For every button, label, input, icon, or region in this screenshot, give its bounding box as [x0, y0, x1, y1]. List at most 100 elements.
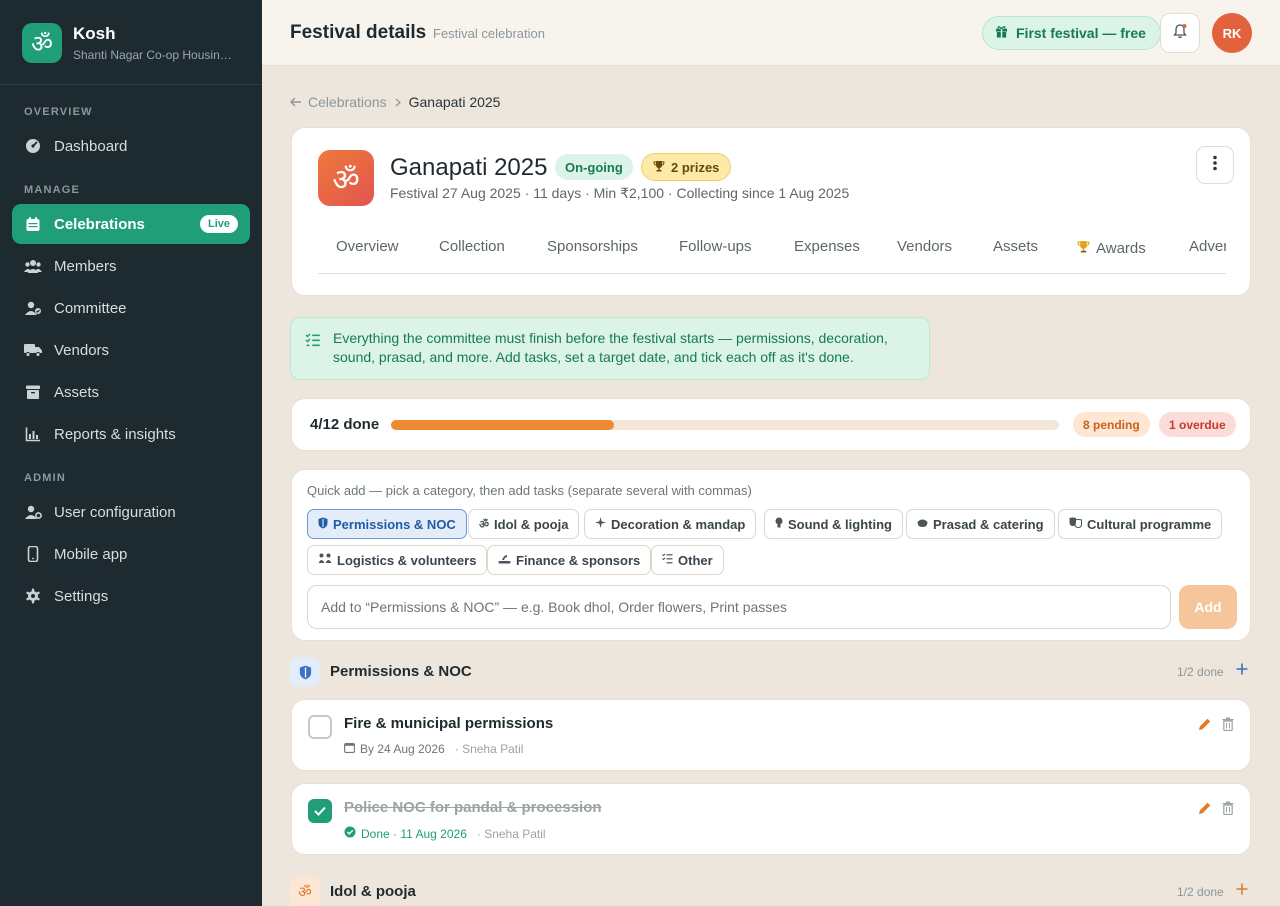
category-chip-permissions[interactable]: Permissions & NOC [307, 509, 467, 539]
breadcrumb-celebrations-link[interactable]: Celebrations [308, 94, 387, 110]
sidebar-item-settings[interactable]: Settings [12, 576, 250, 616]
category-chip-logistics[interactable]: Logistics & volunteers [307, 545, 488, 575]
chip-label: Decoration & mandap [611, 516, 746, 532]
om-icon: ॐ [290, 877, 320, 906]
festival-tabs: Overview Collection Sponsorships Follow-… [318, 236, 1226, 274]
info-banner: Everything the committee must finish bef… [290, 317, 930, 380]
delete-trash-icon[interactable] [1222, 717, 1234, 736]
first-festival-free-badge[interactable]: First festival — free [982, 16, 1161, 50]
tab-advertisements[interactable]: Advertisements [1189, 238, 1226, 255]
progress-bar [391, 420, 1059, 430]
dashboard-icon [24, 137, 42, 155]
members-icon [24, 257, 42, 275]
task-meta: By 24 Aug 2026 · Sneha Patil [344, 742, 523, 756]
sidebar-item-label: Vendors [54, 341, 110, 359]
festival-meta: Festival 27 Aug 2025 · 11 days · Min ₹2,… [390, 185, 850, 201]
notifications-button[interactable] [1160, 13, 1200, 53]
check-circle-icon [344, 826, 356, 841]
tab-vendors[interactable]: Vendors [897, 238, 952, 255]
sidebar-item-label: Committee [54, 299, 127, 317]
tab-sponsorships[interactable]: Sponsorships [547, 238, 638, 255]
chevron-right-icon [395, 94, 401, 110]
chip-label: Finance & sponsors [516, 552, 641, 568]
page-subtitle: Festival celebration [433, 26, 545, 41]
progress-card: 4/12 done 8 pending 1 overdue [291, 398, 1251, 451]
task-row: Police NOC for pandal & procession Done … [291, 783, 1251, 855]
category-chip-sound[interactable]: Sound & lighting [764, 509, 903, 539]
category-chip-idol-pooja[interactable]: ॐ Idol & pooja [468, 509, 580, 539]
sidebar-item-members[interactable]: Members [12, 246, 250, 286]
category-chip-prasad[interactable]: Prasad & catering [906, 509, 1055, 539]
festival-name: Ganapati 2025 [390, 154, 548, 181]
sidebar-item-label: Mobile app [54, 545, 128, 563]
sidebar-item-label: Settings [54, 587, 109, 605]
sidebar-item-mobile-app[interactable]: Mobile app [12, 534, 250, 574]
tab-awards[interactable]: Awards [1077, 240, 1146, 257]
trophy-icon [653, 160, 665, 175]
category-chip-other[interactable]: Other [651, 545, 724, 575]
add-task-button[interactable]: Add [1179, 585, 1237, 629]
task-title: Fire & municipal permissions [344, 715, 554, 732]
add-task-plus-button[interactable] [1236, 879, 1248, 900]
prizes-badge[interactable]: 2 prizes [641, 153, 732, 181]
group-title: Idol & pooja [330, 883, 416, 900]
om-logo-icon: ॐ [22, 23, 62, 63]
task-checkbox-checked[interactable] [308, 799, 332, 823]
gear-icon [24, 587, 42, 605]
sidebar-divider [0, 84, 262, 85]
quick-add-card: Quick add — pick a category, then add ta… [291, 469, 1251, 641]
shield-icon [318, 517, 328, 532]
sidebar-item-label: Celebrations [54, 215, 145, 233]
add-task-input[interactable] [307, 585, 1171, 629]
tab-follow-ups[interactable]: Follow-ups [679, 238, 752, 255]
tab-collection[interactable]: Collection [439, 238, 505, 255]
category-chip-finance[interactable]: Finance & sponsors [487, 545, 652, 575]
tab-assets[interactable]: Assets [993, 238, 1038, 255]
task-assignee: · Sneha Patil [476, 826, 546, 841]
pending-badge[interactable]: 8 pending [1073, 412, 1150, 437]
live-badge: Live [199, 215, 238, 233]
gift-icon [995, 25, 1008, 41]
people-icon [318, 553, 332, 567]
category-chip-cultural[interactable]: Cultural programme [1058, 509, 1223, 539]
sidebar-item-label: Assets [54, 383, 100, 401]
brand[interactable]: ॐ Kosh Shanti Nagar Co-op Housing Societ… [22, 23, 235, 63]
om-icon: ॐ [479, 518, 490, 531]
list-icon [662, 553, 673, 567]
category-chip-decoration[interactable]: Decoration & mandap [584, 509, 757, 539]
sidebar: ॐ Kosh Shanti Nagar Co-op Housing Societ… [0, 0, 262, 906]
overdue-badge[interactable]: 1 overdue [1159, 412, 1236, 437]
sidebar-item-vendors[interactable]: Vendors [12, 330, 250, 370]
status-badge: On-going [555, 154, 633, 180]
back-arrow-icon[interactable] [290, 94, 302, 110]
delete-trash-icon[interactable] [1222, 801, 1234, 820]
chip-label: Idol & pooja [494, 516, 569, 532]
task-group-header-permissions: Permissions & NOC 1/2 done [290, 657, 1252, 687]
task-due-date: By 24 Aug 2026 [360, 742, 445, 756]
user-cog-icon [24, 503, 42, 521]
sidebar-item-label: User configuration [54, 503, 176, 521]
chip-label: Sound & lighting [788, 516, 892, 532]
sidebar-item-user-configuration[interactable]: User configuration [12, 492, 250, 532]
tab-expenses[interactable]: Expenses [794, 238, 860, 255]
sidebar-item-committee[interactable]: Committee [12, 288, 250, 328]
group-count: 1/2 done [1177, 885, 1224, 899]
promo-label: First festival — free [1016, 25, 1146, 41]
truck-icon [24, 341, 42, 359]
add-task-plus-button[interactable] [1236, 659, 1248, 680]
avatar[interactable]: RK [1212, 13, 1252, 53]
edit-pencil-icon[interactable] [1198, 717, 1212, 736]
more-options-button[interactable] [1196, 146, 1234, 184]
bell-icon [1172, 23, 1188, 44]
info-text: Everything the committee must finish bef… [333, 330, 888, 365]
sidebar-item-dashboard[interactable]: Dashboard [12, 126, 250, 166]
calendar-icon [24, 215, 42, 233]
task-done-date: Done · 11 Aug 2026 [361, 826, 467, 841]
sidebar-item-celebrations[interactable]: Celebrations Live [12, 204, 250, 244]
sidebar-item-assets[interactable]: Assets [12, 372, 250, 412]
task-checkbox[interactable] [308, 715, 332, 739]
mobile-icon [24, 545, 42, 563]
edit-pencil-icon[interactable] [1198, 801, 1212, 820]
sidebar-item-reports[interactable]: Reports & insights [12, 414, 250, 454]
tab-overview[interactable]: Overview [336, 238, 399, 255]
